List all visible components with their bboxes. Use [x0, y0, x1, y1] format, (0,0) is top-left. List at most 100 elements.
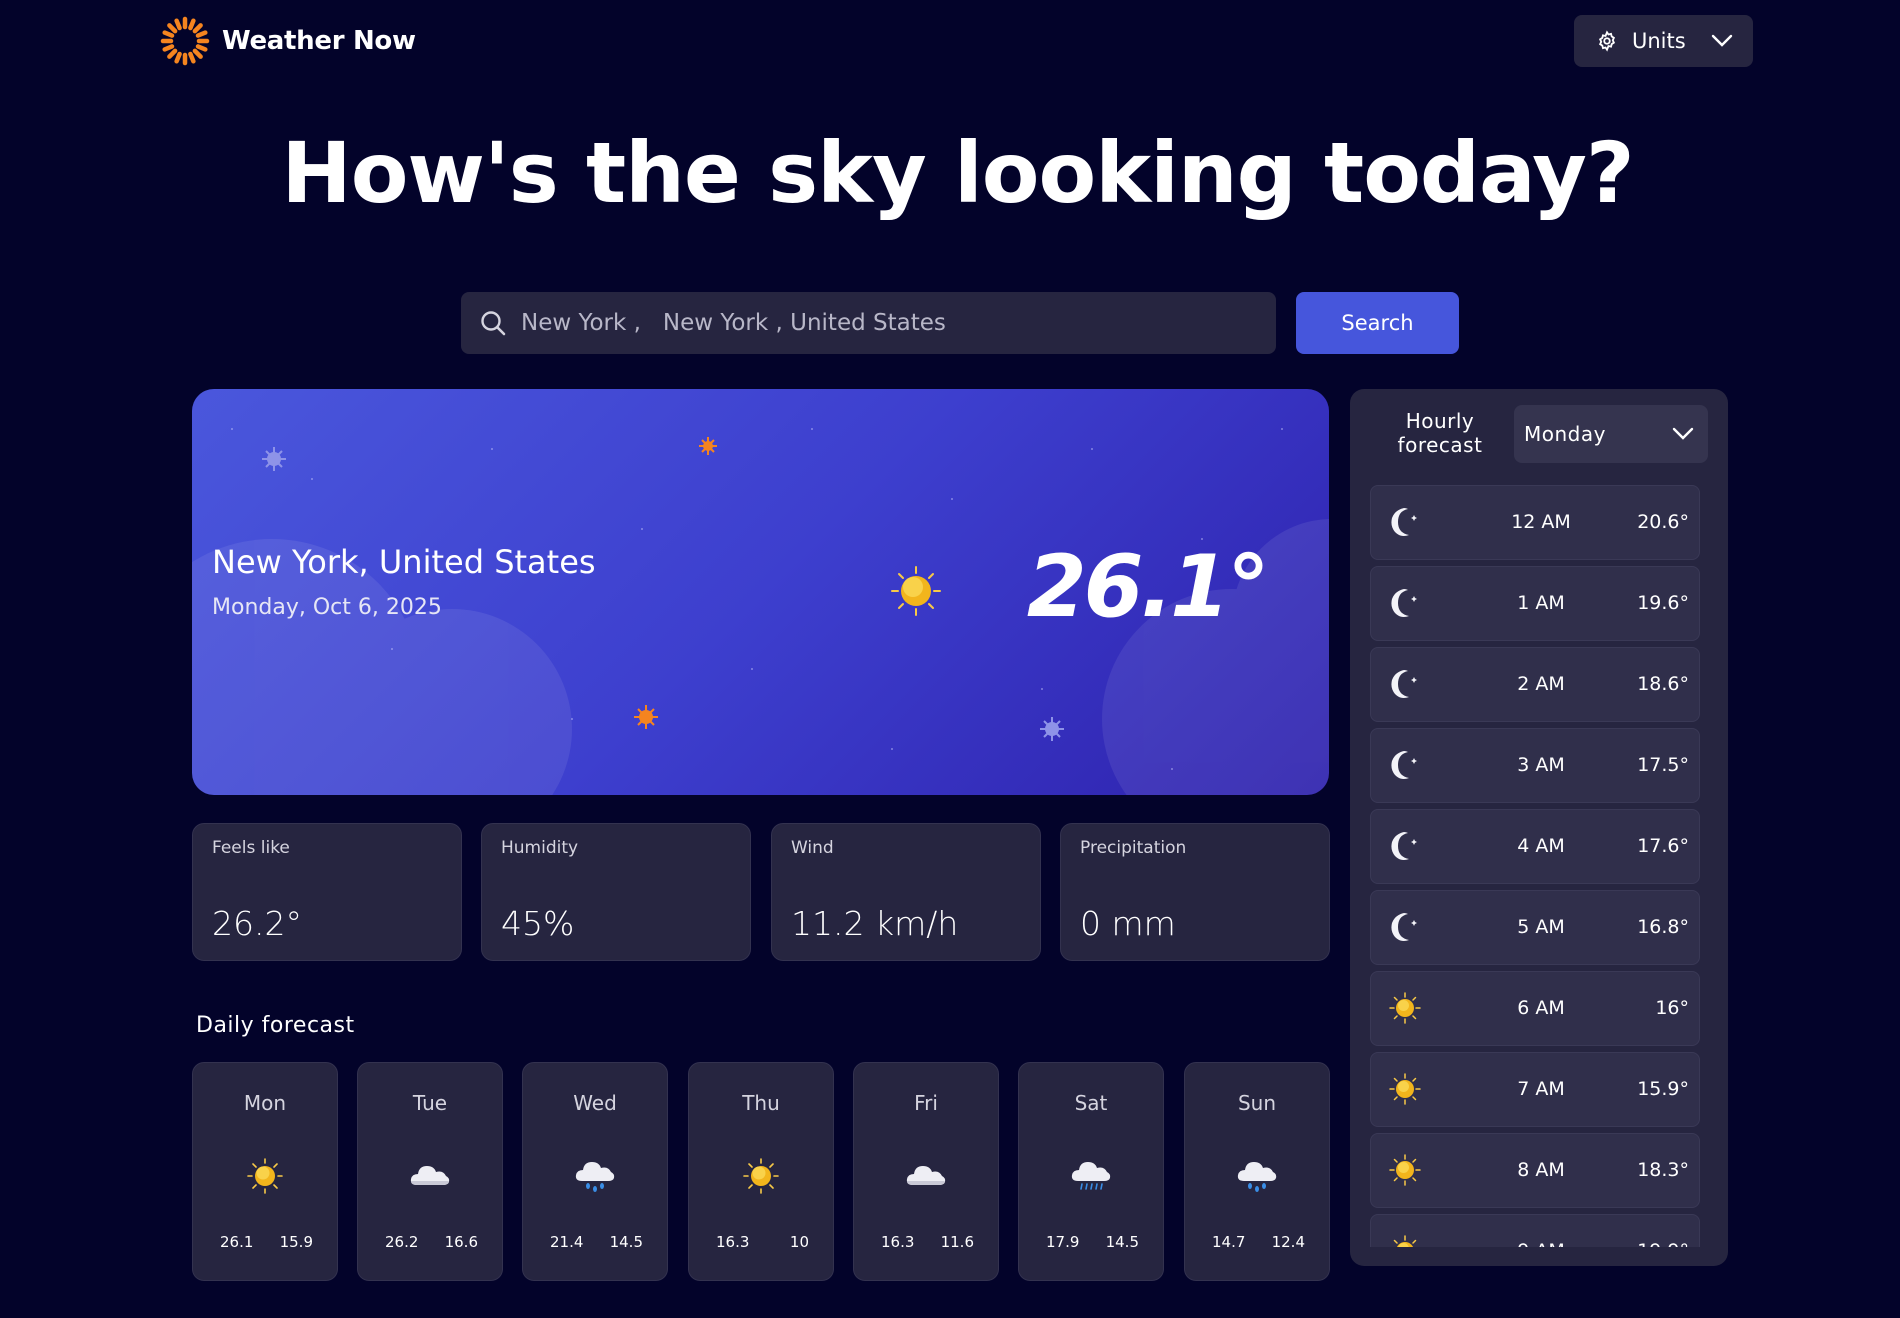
day-name: Thu: [742, 1091, 780, 1115]
hour-time: 4 AM: [1517, 835, 1565, 857]
daily-low: 11.6: [940, 1233, 974, 1251]
hour-temperature: 20.6°: [1637, 511, 1689, 533]
hourly-title-line1: Hourly: [1405, 409, 1475, 433]
day-name: Mon: [243, 1091, 287, 1115]
units-dropdown-button[interactable]: Units: [1574, 15, 1753, 67]
weather-app: Weather Now Units How's the sky looking …: [0, 0, 1900, 1318]
sun-logo-icon: [160, 16, 210, 66]
hour-temperature: 17.6°: [1637, 835, 1689, 857]
hourly-row: 4 AM 17.6°: [1370, 809, 1700, 884]
hour-time: 6 AM: [1517, 997, 1565, 1019]
day-name: Tue: [412, 1091, 448, 1115]
stat-label: Precipitation: [1080, 838, 1187, 858]
daily-low: 15.9: [279, 1233, 313, 1251]
search-icon: [481, 311, 506, 336]
sunny-icon: [1389, 1073, 1421, 1105]
hour-temperature: 18.3°: [1637, 1159, 1689, 1181]
current-weather-card: New York, United States Monday, Oct 6, 2…: [192, 389, 1329, 795]
sunny-icon: [247, 1158, 283, 1194]
hour-temperature: 19.6°: [1637, 592, 1689, 614]
cloud-icon: [906, 1166, 946, 1185]
daily-card-mon: Mon 26.1 15.9: [192, 1062, 338, 1281]
day-name: Sat: [1074, 1091, 1108, 1115]
daily-card-fri: Fri 16.3 11.6: [853, 1062, 999, 1281]
hour-temperature: 16.8°: [1637, 916, 1689, 938]
hour-temperature: 17.5°: [1637, 754, 1689, 776]
sunny-icon: [743, 1158, 779, 1194]
cloud-icon: [410, 1166, 450, 1185]
stat-label: Wind: [791, 838, 834, 858]
sunny-icon: [891, 566, 941, 616]
sunny-icon: [1389, 1154, 1421, 1186]
daily-high: 21.4: [550, 1233, 584, 1251]
hourly-forecast-panel: Hourly forecast Monday 12 AM 20.6° 1 AM 19.…: [1350, 389, 1728, 1266]
daily-forecast-title: Daily forecast: [196, 1013, 355, 1038]
gear-icon: [1598, 30, 1616, 52]
stat-value: 26.2°: [212, 904, 302, 943]
day-name: Wed: [573, 1091, 617, 1115]
daily-high: 26.1: [220, 1233, 254, 1251]
hourly-row: 5 AM 16.8°: [1370, 890, 1700, 965]
hour-time: 12 AM: [1511, 511, 1571, 533]
daily-card-sun: Sun 14.7 12.4: [1184, 1062, 1330, 1281]
daily-card-tue: Tue 26.2 16.6: [357, 1062, 503, 1281]
hourly-row: 8 AM 18.3°: [1370, 1133, 1700, 1208]
current-temperature: 26.1°: [1026, 537, 1270, 637]
stat-card-humidity: Humidity 45%: [481, 823, 751, 961]
hour-time: 8 AM: [1517, 1159, 1565, 1181]
stat-value: 11.2 km/h: [791, 904, 959, 943]
app-logo[interactable]: Weather Now: [160, 16, 416, 66]
hourly-row: 2 AM 18.6°: [1370, 647, 1700, 722]
search-button[interactable]: Search: [1296, 292, 1459, 354]
daily-low: 14.5: [609, 1233, 643, 1251]
chevron-down-icon: [1672, 427, 1694, 440]
moon-icon: [1391, 589, 1417, 617]
daily-low: 16.6: [444, 1233, 478, 1251]
stat-value: 0 mm: [1080, 904, 1176, 943]
chevron-down-icon: [1711, 34, 1733, 47]
daily-low: 12.4: [1271, 1233, 1305, 1251]
moon-icon: [1391, 751, 1417, 779]
day-select-dropdown[interactable]: Monday: [1514, 405, 1708, 463]
stat-card-feels-like: Feels like 26.2°: [192, 823, 462, 961]
hour-time: 3 AM: [1517, 754, 1565, 776]
daily-card-thu: Thu 16.3 10: [688, 1062, 834, 1281]
search-field[interactable]: [461, 292, 1276, 354]
daily-card-wed: Wed 21.4 14.5: [522, 1062, 668, 1281]
current-date: Monday, Oct 6, 2025: [212, 595, 442, 620]
moon-icon: [1391, 913, 1417, 941]
units-label: Units: [1632, 29, 1686, 53]
page-title: How's the sky looking today?: [281, 124, 1634, 222]
current-location: New York, United States: [212, 543, 596, 581]
stat-label: Feels like: [212, 838, 290, 858]
hour-time: 9 AM: [1491, 1240, 1591, 1247]
hour-temperature: 19.9°: [1637, 1240, 1689, 1247]
stat-label: Humidity: [501, 838, 579, 858]
hourly-row: 6 AM 16°: [1370, 971, 1700, 1046]
sunny-icon: [1389, 992, 1421, 1024]
moon-icon: [1391, 508, 1417, 536]
hour-temperature: 15.9°: [1637, 1078, 1689, 1100]
rain-icon: [1237, 1162, 1277, 1192]
search-input[interactable]: [521, 310, 1241, 336]
daily-high: 26.2: [385, 1233, 419, 1251]
hour-temperature: 16°: [1655, 997, 1689, 1019]
hourly-row: 12 AM 20.6°: [1370, 485, 1700, 560]
moon-icon: [1391, 832, 1417, 860]
hourly-title-line2: forecast: [1397, 433, 1483, 457]
daily-high: 16.3: [881, 1233, 915, 1251]
hour-time: 5 AM: [1517, 916, 1565, 938]
hourly-row: 9 AM 19.9°: [1370, 1214, 1700, 1247]
daily-low: 10: [789, 1233, 809, 1251]
stat-value: 45%: [501, 904, 575, 943]
moon-icon: [1391, 670, 1417, 698]
daily-high: 14.7: [1212, 1233, 1246, 1251]
daily-low: 14.5: [1105, 1233, 1139, 1251]
hour-temperature: 18.6°: [1637, 673, 1689, 695]
sunny-icon: [1393, 1235, 1417, 1247]
daily-high: 17.9: [1046, 1233, 1080, 1251]
hour-time: 1 AM: [1517, 592, 1565, 614]
hourly-row: 7 AM 15.9°: [1370, 1052, 1700, 1127]
daily-high: 16.3: [716, 1233, 750, 1251]
hourly-list[interactable]: 12 AM 20.6° 1 AM 19.6° 2 AM 18.6° 3 AM 17.5° 4 A…: [1370, 485, 1700, 1247]
